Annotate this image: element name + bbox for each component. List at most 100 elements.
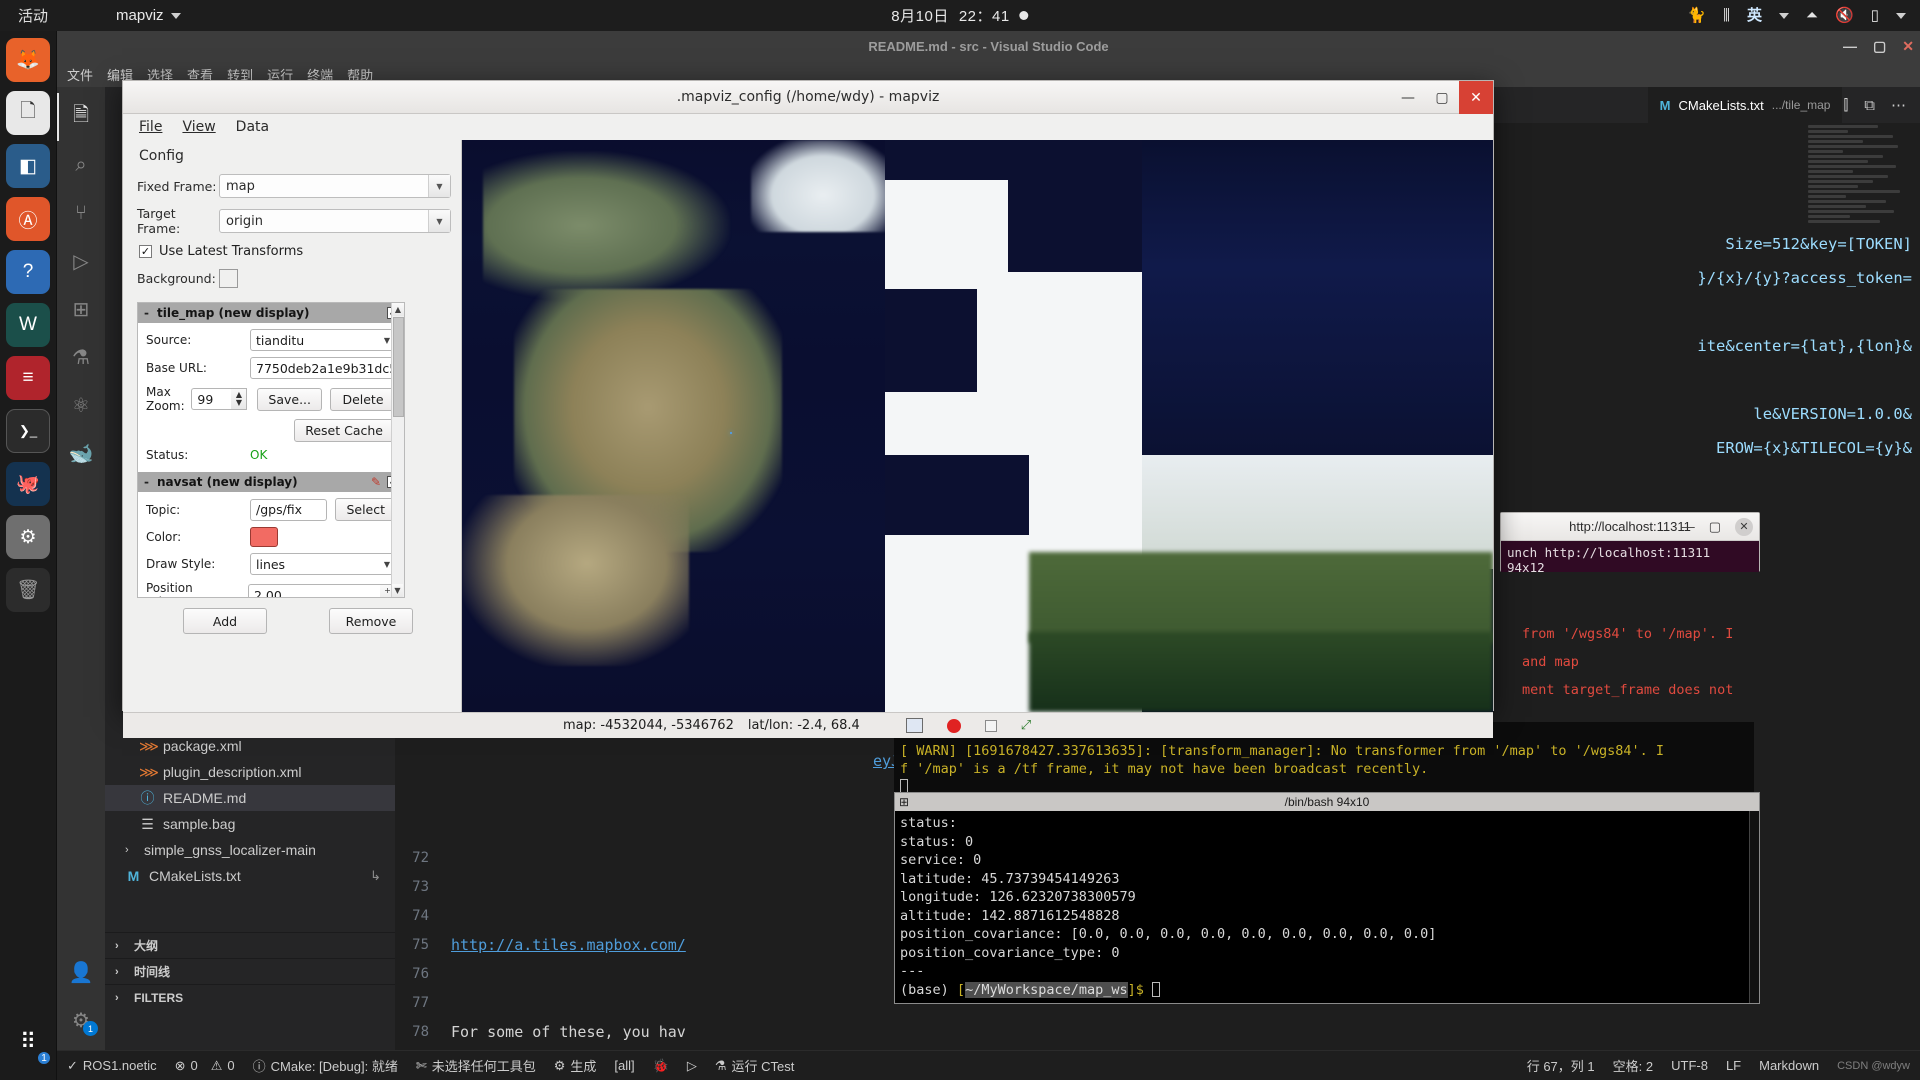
tree-item-simple-gnss-localizer-main[interactable]: › simple_gnss_localizer-main — [105, 837, 395, 863]
status-eol[interactable]: LF — [1726, 1058, 1741, 1073]
editor-minimap[interactable] — [1800, 123, 1920, 1050]
status-cmake-run-icon[interactable]: ▷ — [687, 1058, 697, 1074]
dock-item-trash[interactable]: 🗑 — [6, 568, 50, 612]
open-preview-icon[interactable]: ⧉ — [1864, 97, 1875, 114]
fixed-frame-combo[interactable]: map ▼ — [219, 174, 451, 198]
use-latest-transforms-checkbox[interactable]: ✓ Use Latest Transforms — [139, 244, 451, 259]
status-cmake-kit[interactable]: ✄ 未选择任何工具包 — [416, 1056, 536, 1075]
dock-item-pycharm[interactable]: ≡ — [6, 356, 50, 400]
status-language-mode[interactable]: Markdown — [1759, 1058, 1819, 1073]
terminal-menu-icon[interactable]: ⊞ — [899, 795, 909, 809]
input-language-indicator[interactable]: 英 — [1747, 8, 1762, 23]
system-menu-chevron-down-icon[interactable] — [1896, 13, 1906, 19]
menu-file[interactable]: 文件 — [67, 65, 93, 84]
dock-item-settings[interactable]: ⚙ — [6, 515, 50, 559]
status-cmake-target[interactable]: [all] — [614, 1058, 634, 1073]
fullscreen-icon[interactable]: ⤢ — [1021, 718, 1031, 733]
status-cmake-build[interactable]: ⚙ 生成 — [554, 1056, 597, 1075]
chevron-down-icon[interactable]: ▼ — [428, 175, 450, 197]
max-zoom-stepper[interactable]: ▲▼ — [231, 388, 247, 410]
chevron-down-icon[interactable]: ▼ — [384, 336, 390, 345]
tree-item-readme-md[interactable]: ⓘ README.md — [105, 785, 395, 811]
target-frame-combo[interactable]: origin ▼ — [219, 209, 451, 233]
bash-terminal-body[interactable]: status: status: 0 service: 0 latitude: 4… — [895, 811, 1759, 1002]
pen-icon[interactable]: ✎ — [371, 475, 381, 489]
draw-style-combo[interactable]: lines ▼ — [250, 553, 396, 575]
clock-button[interactable]: 8月10日 22：41 — [891, 5, 1028, 26]
scroll-up-icon[interactable]: ▲ — [392, 303, 404, 316]
dock-item-files[interactable]: 🗋 — [6, 91, 50, 135]
max-zoom-input[interactable]: 99 — [191, 388, 231, 410]
dock-item-vscode[interactable]: ◧ — [6, 144, 50, 188]
activity-extensions-icon[interactable]: ⊞ — [57, 285, 105, 333]
displays-scrollbar[interactable]: ▲ ▼ — [391, 303, 404, 597]
stats-icon[interactable]: ⫼ — [1723, 8, 1730, 23]
scrollbar-thumb[interactable] — [393, 317, 404, 417]
reset-cache-button[interactable]: Reset Cache — [294, 419, 394, 442]
status-ros-distro[interactable]: ✓ ROS1.noetic — [67, 1058, 157, 1074]
sidebar-section-timeline[interactable]: › 时间线 — [105, 958, 395, 984]
roscore-terminal-body[interactable]: unch http://localhost:11311 94x12 — [1501, 541, 1759, 572]
minimize-icon[interactable]: — — [1843, 38, 1857, 54]
app-menu-button[interactable]: mapviz — [116, 7, 181, 24]
activities-button[interactable]: 活动 — [18, 5, 48, 26]
activity-testing-icon[interactable]: ⚗ — [57, 333, 105, 381]
minimize-icon[interactable]: — — [1391, 81, 1425, 114]
maximize-icon[interactable]: ▢ — [1425, 81, 1459, 114]
tree-item-plugin-description-xml[interactable]: ⋙ plugin_description.xml — [105, 759, 395, 785]
terminal-scrollbar[interactable] — [1749, 811, 1759, 1003]
navsat-color-swatch[interactable] — [250, 527, 278, 547]
display-header-navsat[interactable]: - navsat (new display) ✎ ✓ — [138, 472, 404, 492]
dock-item-gitkraken[interactable]: 🐙 — [6, 462, 50, 506]
dock-item-terminal[interactable]: ❯_ — [6, 409, 50, 453]
battery-icon[interactable]: ▯ — [1871, 8, 1879, 23]
topic-input[interactable]: /gps/fix — [250, 499, 327, 521]
status-cursor-position[interactable]: 行 67，列 1 — [1527, 1056, 1595, 1075]
editor-tab-cmakelists[interactable]: M CMakeLists.txt .../tile_map — [1648, 87, 1844, 123]
more-actions-icon[interactable]: ⋯ — [1891, 96, 1906, 114]
activity-docker-icon[interactable]: 🐋 — [57, 429, 105, 477]
maximize-icon[interactable]: ▢ — [1873, 38, 1886, 55]
scroll-down-icon[interactable]: ▼ — [392, 584, 403, 597]
remove-display-button[interactable]: Remove — [329, 608, 413, 634]
dock-item-ubuntu-software[interactable]: Ⓐ — [6, 197, 50, 241]
status-cmake-debug-icon[interactable]: 🐞 — [653, 1058, 669, 1074]
position-tolerance-input[interactable]: 2.00 — [248, 584, 380, 598]
status-ctest[interactable]: ⚗ 运行 CTest — [715, 1056, 795, 1075]
base-url-input[interactable]: 7750deb2a1e9b31dc5f4539288a8 — [250, 357, 396, 379]
mapviz-menu-view[interactable]: View — [182, 119, 215, 135]
stop-square-icon[interactable] — [985, 720, 997, 732]
delete-button[interactable]: Delete — [330, 388, 396, 411]
wifi-icon[interactable]: ⏶ — [1806, 8, 1818, 23]
activity-source-control-icon[interactable]: ⑂ — [57, 189, 105, 237]
lang-chevron-down-icon[interactable] — [1779, 13, 1789, 19]
line-link-text[interactable]: http://a.tiles.mapbox.com/ — [451, 936, 686, 954]
close-icon[interactable]: ✕ — [1902, 38, 1914, 55]
tree-item-cmakelists-txt[interactable]: M CMakeLists.txt ↳ — [105, 863, 395, 889]
status-cmake-build-type[interactable]: ⓘ CMake: [Debug]: 就绪 — [253, 1056, 398, 1075]
sidebar-section-outline[interactable]: › 大纲 — [105, 932, 395, 958]
select-topic-button[interactable]: Select — [335, 498, 396, 521]
activity-search-icon[interactable]: ⌕ — [57, 141, 105, 189]
map-canvas[interactable] — [461, 140, 1493, 712]
record-dot-icon[interactable] — [947, 719, 961, 733]
mapviz-menu-file[interactable]: File — [139, 119, 162, 135]
chevron-down-icon[interactable]: ▼ — [428, 210, 450, 232]
dock-item-webots[interactable]: W — [6, 303, 50, 347]
volume-muted-icon[interactable]: 🔇 — [1835, 8, 1854, 23]
status-errors[interactable]: ⊗ 0 ⚠ 0 — [175, 1058, 235, 1074]
activity-ros-icon[interactable]: ⚛ — [57, 381, 105, 429]
close-icon[interactable]: ✕ — [1735, 518, 1753, 536]
dock-item-firefox[interactable]: 🦊 — [6, 38, 50, 82]
activity-settings-gear-icon[interactable]: ⚙ 1 — [57, 996, 105, 1044]
activity-run-debug-icon[interactable]: ▷ — [57, 237, 105, 285]
save-button[interactable]: Save... — [257, 388, 322, 411]
close-icon[interactable]: ✕ — [1459, 81, 1493, 114]
maximize-icon[interactable]: ▢ — [1709, 519, 1721, 535]
mapviz-title-bar[interactable]: .mapviz_config (/home/wdy) - mapviz — ▢ … — [123, 81, 1493, 114]
sidebar-section-filters[interactable]: › FILTERS — [105, 984, 395, 1010]
mapviz-menu-data[interactable]: Data — [236, 119, 269, 135]
show-applications-button[interactable]: ⠿ 1 — [6, 1020, 50, 1064]
dock-item-help[interactable]: ? — [6, 250, 50, 294]
status-encoding[interactable]: UTF-8 — [1671, 1058, 1708, 1073]
